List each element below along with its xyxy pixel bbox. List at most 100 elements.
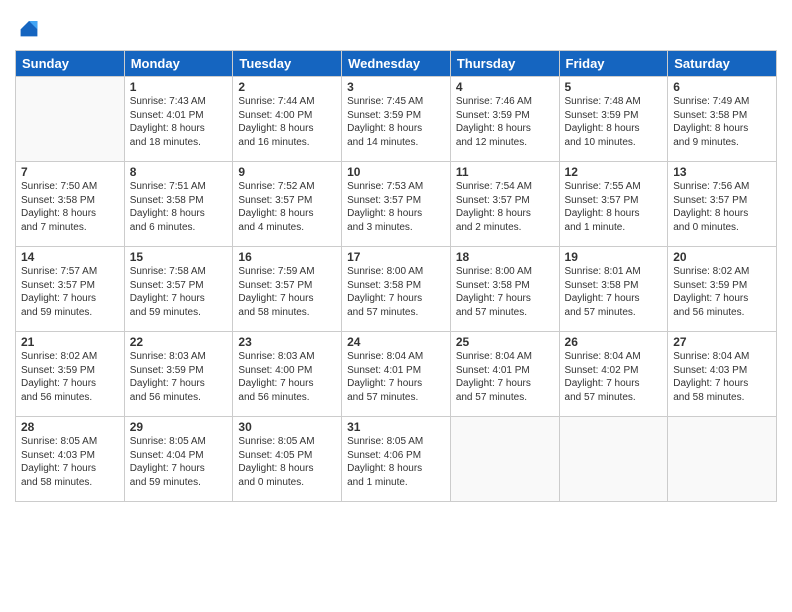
cell-content: Sunrise: 7:53 AM Sunset: 3:57 PM Dayligh… [347,180,445,234]
calendar-cell: 15Sunrise: 7:58 AM Sunset: 3:57 PM Dayli… [124,247,233,332]
cell-content: Sunrise: 7:57 AM Sunset: 3:57 PM Dayligh… [21,265,119,319]
cell-content: Sunrise: 7:51 AM Sunset: 3:58 PM Dayligh… [130,180,228,234]
calendar-cell: 23Sunrise: 8:03 AM Sunset: 4:00 PM Dayli… [233,332,342,417]
calendar-cell: 21Sunrise: 8:02 AM Sunset: 3:59 PM Dayli… [16,332,125,417]
calendar-cell: 13Sunrise: 7:56 AM Sunset: 3:57 PM Dayli… [668,162,777,247]
calendar-cell: 25Sunrise: 8:04 AM Sunset: 4:01 PM Dayli… [450,332,559,417]
cell-content: Sunrise: 8:03 AM Sunset: 3:59 PM Dayligh… [130,350,228,404]
calendar-cell: 17Sunrise: 8:00 AM Sunset: 3:58 PM Dayli… [342,247,451,332]
calendar-cell: 19Sunrise: 8:01 AM Sunset: 3:58 PM Dayli… [559,247,668,332]
calendar-week-row: 21Sunrise: 8:02 AM Sunset: 3:59 PM Dayli… [16,332,777,417]
day-number: 8 [130,165,228,179]
day-number: 28 [21,420,119,434]
calendar-cell [16,77,125,162]
calendar-cell: 8Sunrise: 7:51 AM Sunset: 3:58 PM Daylig… [124,162,233,247]
cell-content: Sunrise: 8:00 AM Sunset: 3:58 PM Dayligh… [347,265,445,319]
cell-content: Sunrise: 8:04 AM Sunset: 4:03 PM Dayligh… [673,350,771,404]
cell-content: Sunrise: 7:59 AM Sunset: 3:57 PM Dayligh… [238,265,336,319]
day-number: 3 [347,80,445,94]
day-number: 4 [456,80,554,94]
cell-content: Sunrise: 8:04 AM Sunset: 4:01 PM Dayligh… [347,350,445,404]
weekday-header: Friday [559,51,668,77]
calendar: SundayMondayTuesdayWednesdayThursdayFrid… [15,50,777,502]
day-number: 6 [673,80,771,94]
day-number: 30 [238,420,336,434]
cell-content: Sunrise: 7:56 AM Sunset: 3:57 PM Dayligh… [673,180,771,234]
calendar-cell: 14Sunrise: 7:57 AM Sunset: 3:57 PM Dayli… [16,247,125,332]
calendar-cell [450,417,559,502]
cell-content: Sunrise: 7:54 AM Sunset: 3:57 PM Dayligh… [456,180,554,234]
cell-content: Sunrise: 7:44 AM Sunset: 4:00 PM Dayligh… [238,95,336,149]
cell-content: Sunrise: 8:01 AM Sunset: 3:58 PM Dayligh… [565,265,663,319]
cell-content: Sunrise: 8:04 AM Sunset: 4:01 PM Dayligh… [456,350,554,404]
calendar-cell: 24Sunrise: 8:04 AM Sunset: 4:01 PM Dayli… [342,332,451,417]
calendar-cell: 10Sunrise: 7:53 AM Sunset: 3:57 PM Dayli… [342,162,451,247]
day-number: 22 [130,335,228,349]
day-number: 23 [238,335,336,349]
day-number: 19 [565,250,663,264]
day-number: 15 [130,250,228,264]
calendar-cell: 16Sunrise: 7:59 AM Sunset: 3:57 PM Dayli… [233,247,342,332]
calendar-cell [668,417,777,502]
calendar-cell: 2Sunrise: 7:44 AM Sunset: 4:00 PM Daylig… [233,77,342,162]
calendar-cell: 3Sunrise: 7:45 AM Sunset: 3:59 PM Daylig… [342,77,451,162]
cell-content: Sunrise: 7:55 AM Sunset: 3:57 PM Dayligh… [565,180,663,234]
day-number: 29 [130,420,228,434]
calendar-cell: 4Sunrise: 7:46 AM Sunset: 3:59 PM Daylig… [450,77,559,162]
day-number: 9 [238,165,336,179]
calendar-cell: 22Sunrise: 8:03 AM Sunset: 3:59 PM Dayli… [124,332,233,417]
day-number: 5 [565,80,663,94]
cell-content: Sunrise: 7:49 AM Sunset: 3:58 PM Dayligh… [673,95,771,149]
cell-content: Sunrise: 7:43 AM Sunset: 4:01 PM Dayligh… [130,95,228,149]
calendar-cell: 6Sunrise: 7:49 AM Sunset: 3:58 PM Daylig… [668,77,777,162]
cell-content: Sunrise: 7:58 AM Sunset: 3:57 PM Dayligh… [130,265,228,319]
cell-content: Sunrise: 8:04 AM Sunset: 4:02 PM Dayligh… [565,350,663,404]
cell-content: Sunrise: 8:00 AM Sunset: 3:58 PM Dayligh… [456,265,554,319]
weekday-header: Monday [124,51,233,77]
cell-content: Sunrise: 8:05 AM Sunset: 4:03 PM Dayligh… [21,435,119,489]
cell-content: Sunrise: 7:46 AM Sunset: 3:59 PM Dayligh… [456,95,554,149]
day-number: 26 [565,335,663,349]
day-number: 27 [673,335,771,349]
cell-content: Sunrise: 8:03 AM Sunset: 4:00 PM Dayligh… [238,350,336,404]
cell-content: Sunrise: 8:02 AM Sunset: 3:59 PM Dayligh… [673,265,771,319]
weekday-header: Sunday [16,51,125,77]
day-number: 20 [673,250,771,264]
calendar-cell: 27Sunrise: 8:04 AM Sunset: 4:03 PM Dayli… [668,332,777,417]
calendar-week-row: 7Sunrise: 7:50 AM Sunset: 3:58 PM Daylig… [16,162,777,247]
day-number: 18 [456,250,554,264]
calendar-cell: 1Sunrise: 7:43 AM Sunset: 4:01 PM Daylig… [124,77,233,162]
calendar-cell: 12Sunrise: 7:55 AM Sunset: 3:57 PM Dayli… [559,162,668,247]
day-number: 2 [238,80,336,94]
weekday-header: Thursday [450,51,559,77]
calendar-week-row: 1Sunrise: 7:43 AM Sunset: 4:01 PM Daylig… [16,77,777,162]
calendar-cell: 11Sunrise: 7:54 AM Sunset: 3:57 PM Dayli… [450,162,559,247]
day-number: 12 [565,165,663,179]
day-number: 17 [347,250,445,264]
day-number: 13 [673,165,771,179]
calendar-cell: 18Sunrise: 8:00 AM Sunset: 3:58 PM Dayli… [450,247,559,332]
calendar-cell: 30Sunrise: 8:05 AM Sunset: 4:05 PM Dayli… [233,417,342,502]
calendar-cell: 29Sunrise: 8:05 AM Sunset: 4:04 PM Dayli… [124,417,233,502]
calendar-week-row: 14Sunrise: 7:57 AM Sunset: 3:57 PM Dayli… [16,247,777,332]
calendar-cell: 9Sunrise: 7:52 AM Sunset: 3:57 PM Daylig… [233,162,342,247]
calendar-cell [559,417,668,502]
calendar-cell: 20Sunrise: 8:02 AM Sunset: 3:59 PM Dayli… [668,247,777,332]
cell-content: Sunrise: 7:45 AM Sunset: 3:59 PM Dayligh… [347,95,445,149]
logo-icon [15,14,43,42]
day-number: 16 [238,250,336,264]
cell-content: Sunrise: 7:52 AM Sunset: 3:57 PM Dayligh… [238,180,336,234]
day-number: 7 [21,165,119,179]
calendar-week-row: 28Sunrise: 8:05 AM Sunset: 4:03 PM Dayli… [16,417,777,502]
cell-content: Sunrise: 8:02 AM Sunset: 3:59 PM Dayligh… [21,350,119,404]
day-number: 31 [347,420,445,434]
calendar-cell: 31Sunrise: 8:05 AM Sunset: 4:06 PM Dayli… [342,417,451,502]
page-container: SundayMondayTuesdayWednesdayThursdayFrid… [0,0,792,512]
cell-content: Sunrise: 8:05 AM Sunset: 4:04 PM Dayligh… [130,435,228,489]
weekday-header: Tuesday [233,51,342,77]
day-number: 25 [456,335,554,349]
cell-content: Sunrise: 8:05 AM Sunset: 4:06 PM Dayligh… [347,435,445,489]
weekday-header: Wednesday [342,51,451,77]
cell-content: Sunrise: 7:48 AM Sunset: 3:59 PM Dayligh… [565,95,663,149]
weekday-header-row: SundayMondayTuesdayWednesdayThursdayFrid… [16,51,777,77]
